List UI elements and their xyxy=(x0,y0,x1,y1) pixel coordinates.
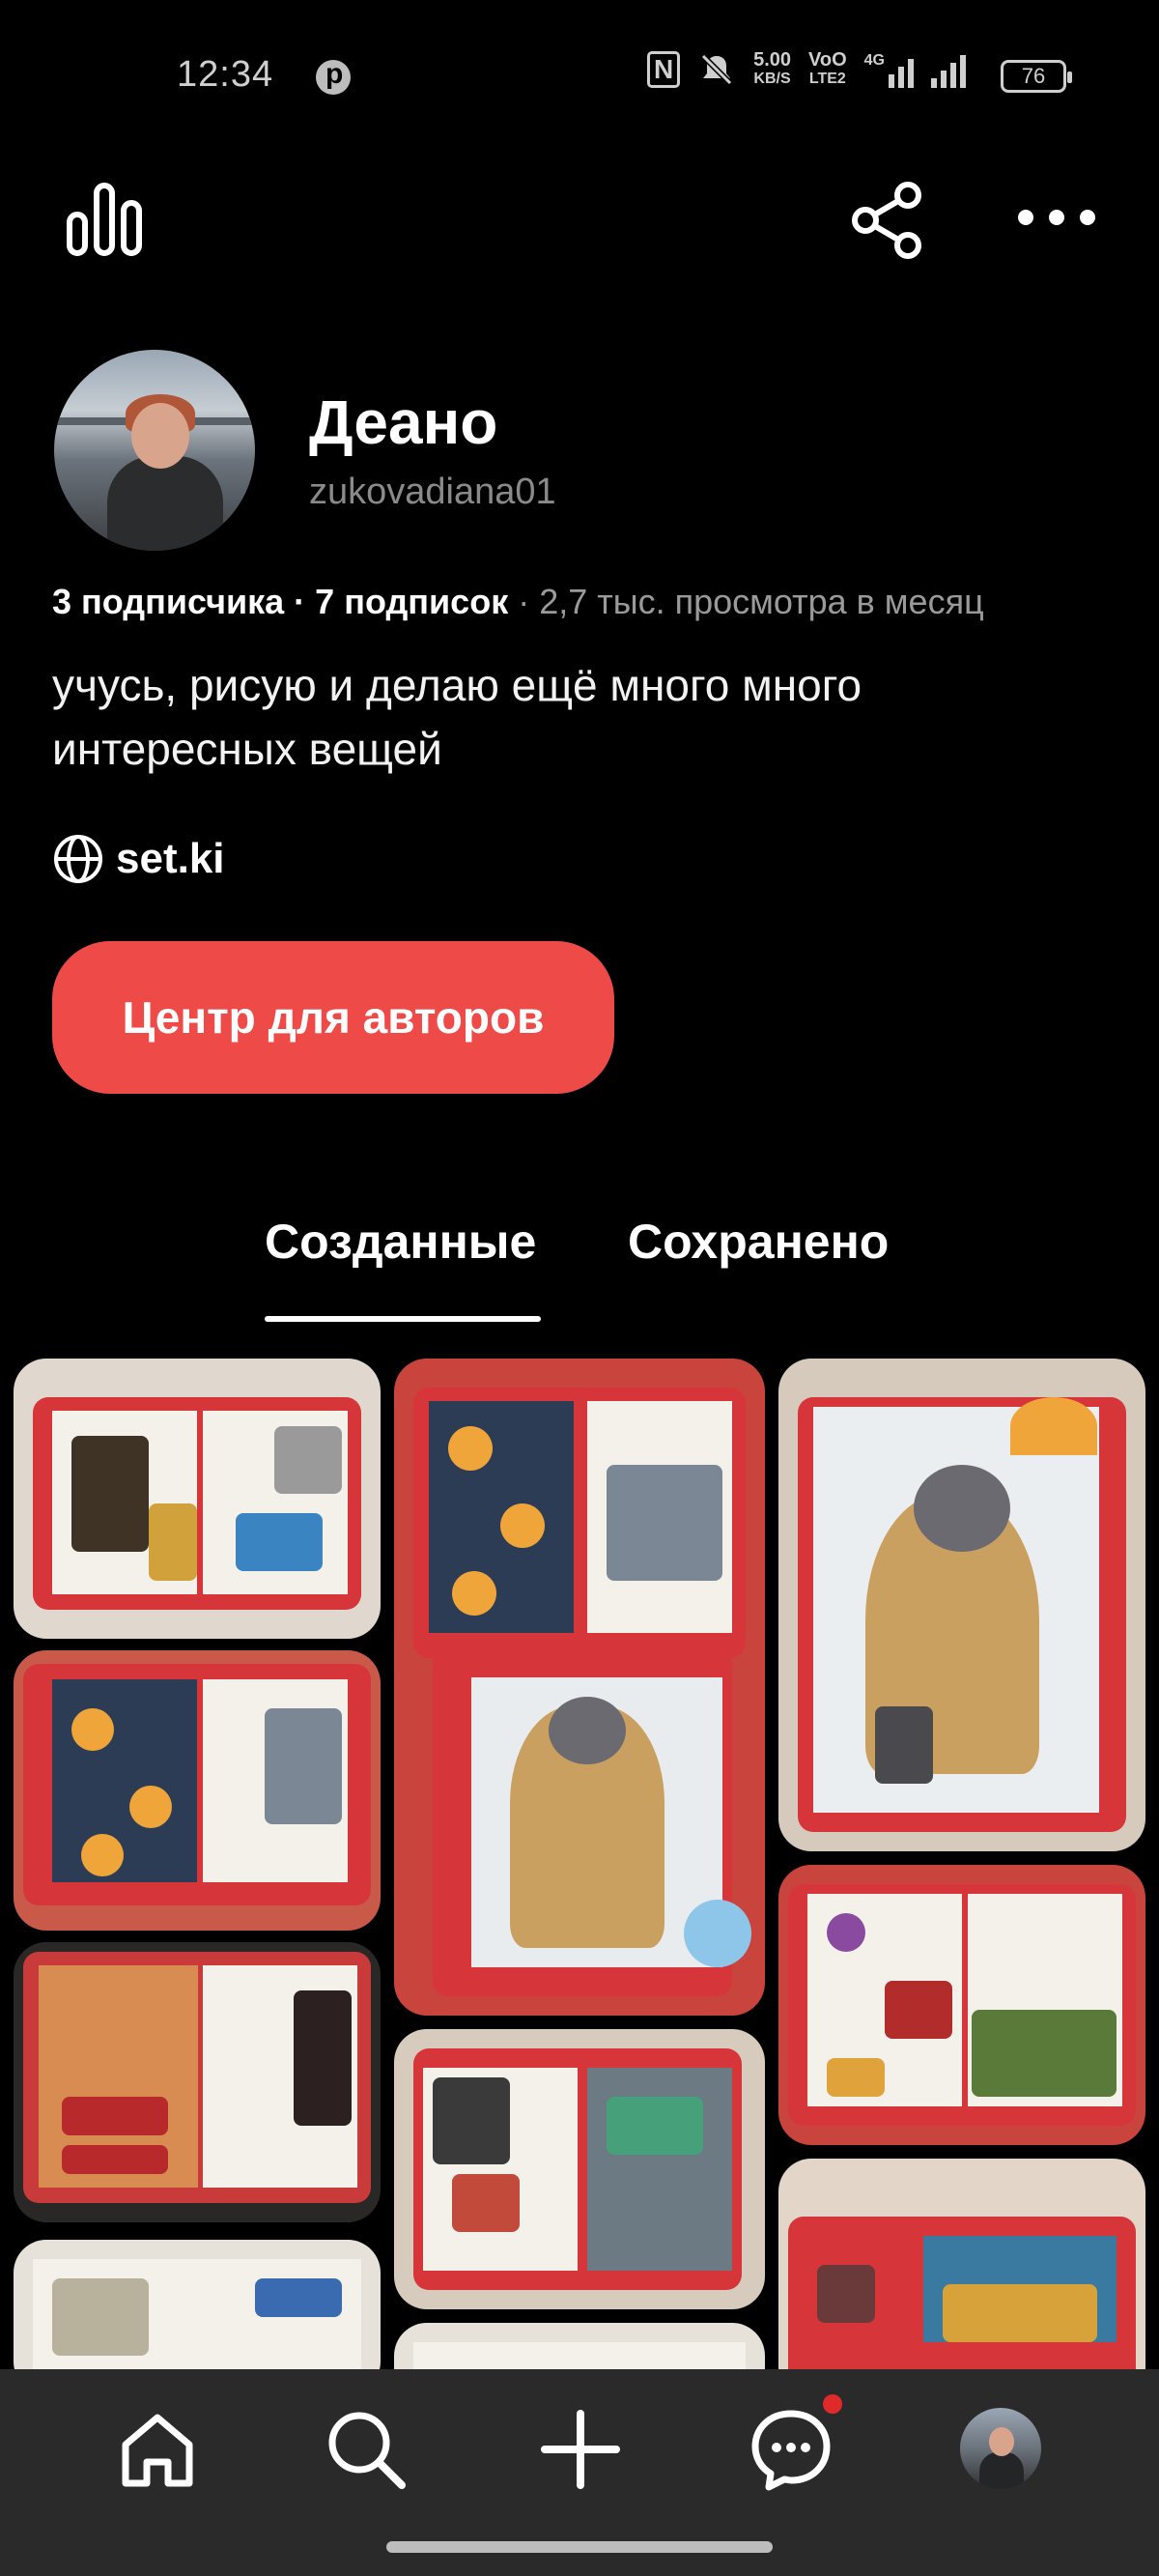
profile-avatar[interactable] xyxy=(54,350,255,551)
pin-card[interactable] xyxy=(394,1359,765,2016)
pin-card[interactable] xyxy=(778,1359,1145,1851)
status-time: 12:34 xyxy=(177,54,274,95)
tab-created[interactable]: Созданные xyxy=(265,1214,536,1270)
pin-card[interactable] xyxy=(778,1865,1145,2145)
tab-saved[interactable]: Сохранено xyxy=(628,1214,889,1270)
active-tab-indicator xyxy=(265,1316,541,1322)
status-bar: 12:34 N 5.00 KB/S VoO LTE2 4G 76 xyxy=(0,0,1159,155)
status-indicators: N 5.00 KB/S VoO LTE2 4G xyxy=(647,50,966,89)
search-icon[interactable] xyxy=(323,2406,410,2493)
more-icon[interactable] xyxy=(1016,203,1097,232)
pin-card[interactable] xyxy=(778,2159,1145,2400)
messages-icon[interactable] xyxy=(748,2406,834,2493)
monthly-views: 2,7 тыс. просмотра в месяц xyxy=(539,582,984,621)
network-speed: 5.00 KB/S xyxy=(753,49,792,87)
home-icon[interactable] xyxy=(114,2406,201,2493)
profile-bio: учусь, рисую и делаю ещё много много инт… xyxy=(52,660,862,774)
notification-dot xyxy=(823,2394,842,2414)
followers-count[interactable]: 3 подписчика xyxy=(52,582,284,621)
website-text[interactable]: set.ki xyxy=(116,835,225,883)
stats-icon[interactable] xyxy=(66,180,143,257)
profile-website-link[interactable]: set.ki xyxy=(52,833,225,885)
signal-4g-icon: 4G xyxy=(864,51,914,88)
pin-card[interactable] xyxy=(14,1942,381,2222)
profile-stats: 3 подписчика · 7 подписок · 2,7 тыс. про… xyxy=(52,582,984,621)
volte-indicator: VoO LTE2 xyxy=(808,49,847,87)
creator-hub-button[interactable]: Центр для авторов xyxy=(52,941,614,1094)
profile-username: zukovadiana01 xyxy=(309,472,556,512)
pinterest-notification-icon xyxy=(316,58,351,95)
signal-bars-icon xyxy=(931,51,966,88)
profile-avatar[interactable] xyxy=(960,2408,1041,2489)
globe-icon xyxy=(54,835,102,883)
battery-icon: 76 xyxy=(1001,60,1072,93)
following-count[interactable]: 7 подписок xyxy=(315,582,508,621)
pin-card[interactable] xyxy=(14,1650,381,1931)
nfc-icon: N xyxy=(647,51,681,88)
gesture-home-bar[interactable] xyxy=(386,2541,773,2553)
share-icon[interactable] xyxy=(848,180,929,261)
pin-card[interactable] xyxy=(394,2029,765,2309)
profile-display-name: Деано xyxy=(309,387,498,457)
pin-card[interactable] xyxy=(14,1359,381,1639)
add-icon[interactable] xyxy=(537,2406,624,2493)
mute-icon xyxy=(700,53,733,86)
